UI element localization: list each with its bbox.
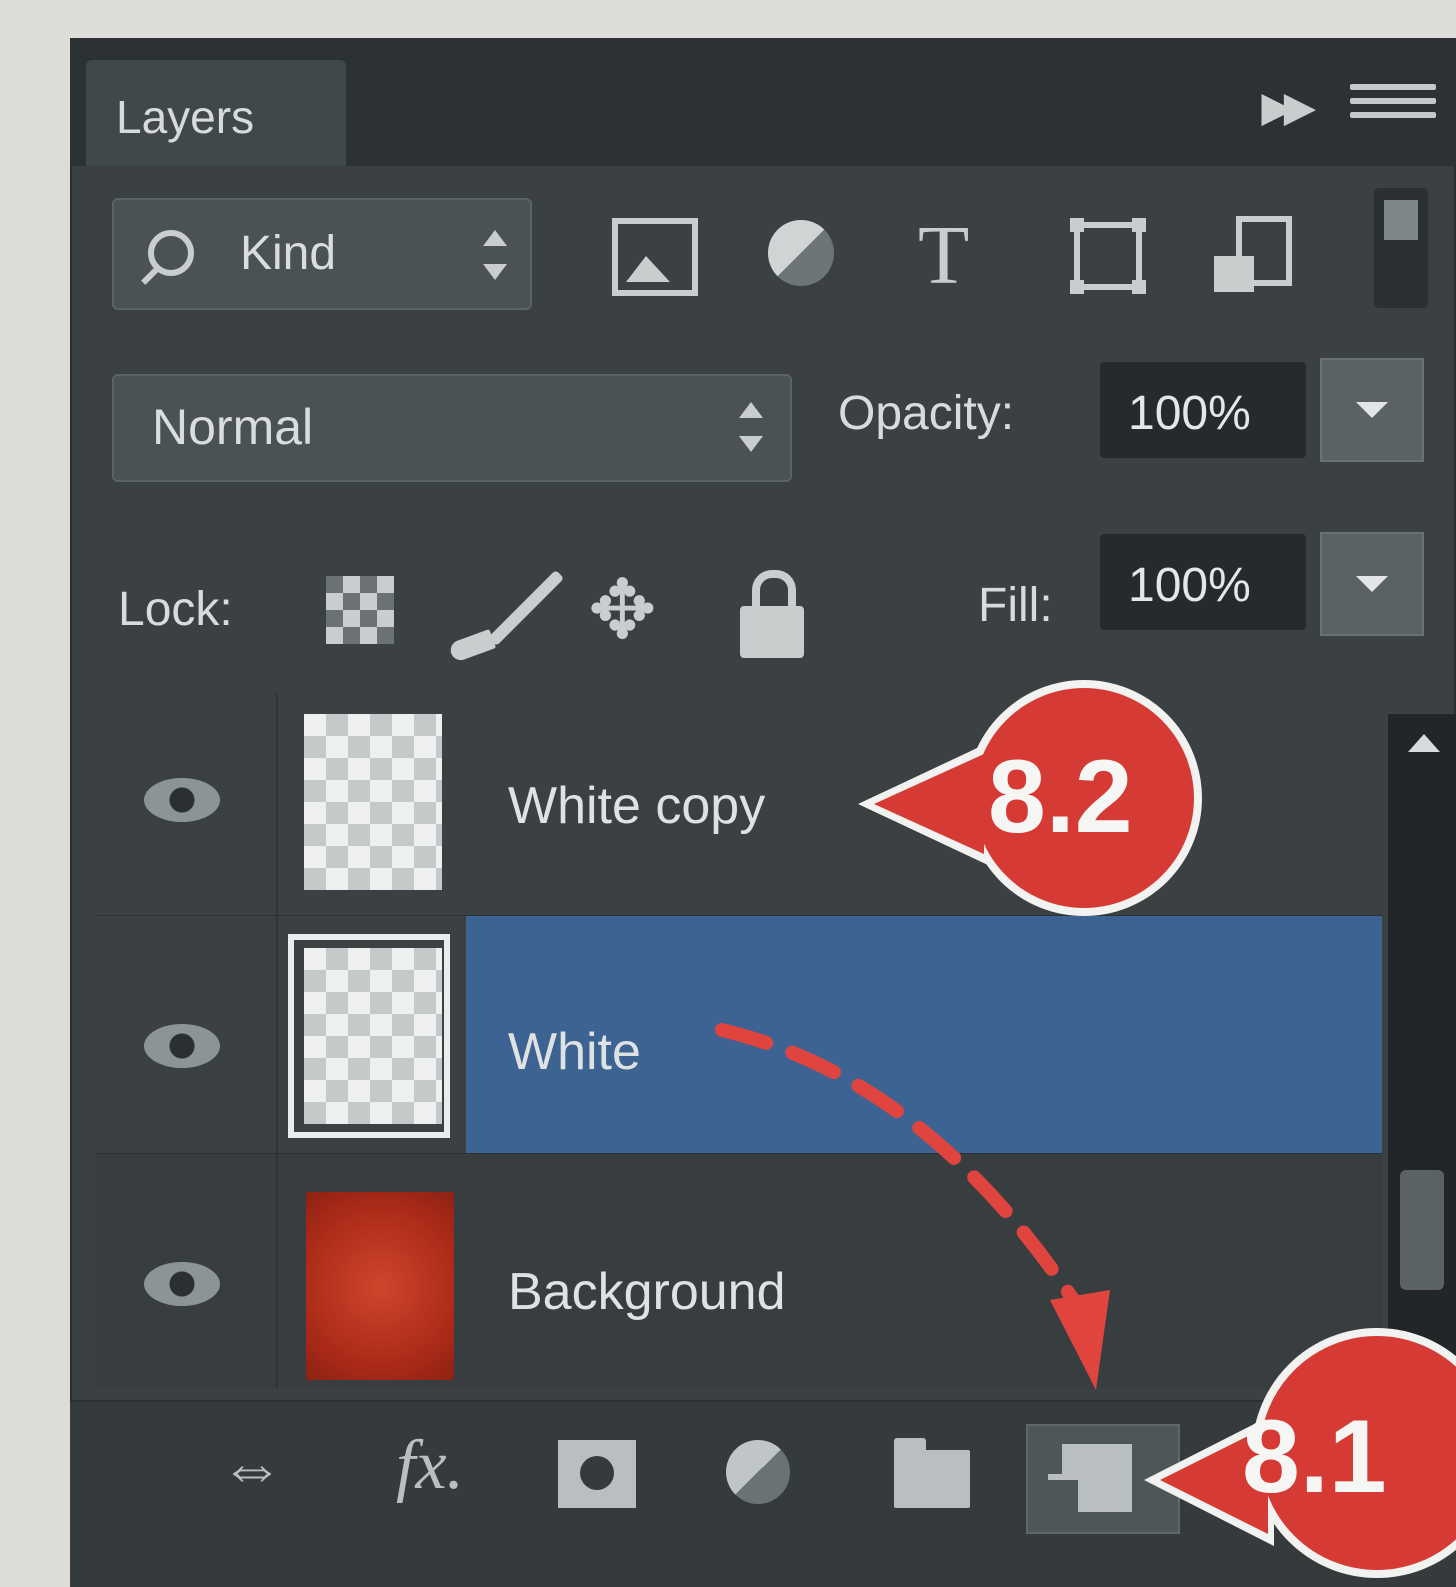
opacity-value: 100% bbox=[1128, 387, 1251, 440]
eye-visibility-icon[interactable] bbox=[144, 1262, 220, 1306]
layer-name: White copy bbox=[508, 777, 766, 835]
callout-badge-8-2: 8.2 bbox=[856, 660, 1216, 920]
eye-visibility-icon[interactable] bbox=[144, 778, 220, 822]
scroll-up-arrow-icon[interactable] bbox=[1408, 734, 1440, 752]
opacity-dropdown-button[interactable] bbox=[1320, 358, 1424, 462]
new-adjustment-layer-icon[interactable] bbox=[726, 1440, 790, 1504]
callout-label: 8.2 bbox=[988, 739, 1133, 855]
layers-scrollbar[interactable] bbox=[1388, 714, 1456, 1354]
layer-row-white-selected[interactable]: White bbox=[96, 916, 1382, 1154]
filter-kind-select[interactable]: Kind bbox=[112, 198, 532, 310]
visibility-column bbox=[96, 916, 278, 1154]
visibility-column bbox=[96, 694, 278, 916]
layer-thumbnail-transparent bbox=[304, 714, 442, 890]
scrollbar-thumb[interactable] bbox=[1400, 1170, 1444, 1290]
panel-menu-icon[interactable] bbox=[1350, 84, 1436, 124]
filter-toggle-switch[interactable] bbox=[1374, 188, 1428, 308]
collapse-panel-icon[interactable]: ▶▶ bbox=[1261, 82, 1316, 131]
filter-pixel-layers-icon[interactable] bbox=[608, 214, 698, 298]
new-layer-icon bbox=[1048, 1444, 1132, 1512]
lock-position-move-icon[interactable]: ✥ bbox=[588, 566, 678, 662]
filter-adjustment-layers-icon[interactable] bbox=[766, 214, 856, 298]
search-icon bbox=[148, 230, 194, 276]
callout-pointer-fill bbox=[874, 754, 984, 854]
blend-mode-value: Normal bbox=[152, 399, 314, 455]
callout-label: 8.1 bbox=[1242, 1399, 1387, 1515]
add-mask-icon[interactable] bbox=[558, 1440, 636, 1508]
layer-name: Background bbox=[508, 1263, 786, 1321]
panel-tab-bar: Layers ▶▶ bbox=[70, 38, 1456, 166]
tab-layers[interactable]: Layers bbox=[86, 60, 346, 166]
callout-badge-8-1: 8.1 bbox=[1144, 1318, 1456, 1587]
fill-input[interactable]: 100% bbox=[1100, 534, 1306, 630]
blend-mode-select[interactable]: Normal bbox=[112, 374, 792, 482]
filter-kind-label: Kind bbox=[240, 227, 337, 280]
fx-layer-style-icon[interactable]: fx. bbox=[396, 1426, 464, 1506]
filter-type-layers-icon[interactable]: T bbox=[918, 214, 1008, 298]
new-group-folder-icon[interactable] bbox=[894, 1438, 970, 1508]
select-arrows-icon bbox=[736, 402, 766, 452]
lock-transparent-pixels-icon[interactable] bbox=[322, 566, 396, 662]
fill-label: Fill: bbox=[978, 579, 1053, 632]
lock-all-padlock-icon[interactable] bbox=[740, 566, 804, 662]
opacity-label: Opacity: bbox=[838, 387, 1015, 440]
lock-label: Lock: bbox=[118, 583, 233, 636]
select-arrows-icon bbox=[480, 230, 510, 280]
link-layers-icon[interactable]: ⇔ bbox=[220, 1430, 284, 1504]
fill-value: 100% bbox=[1128, 559, 1251, 612]
filter-smart-objects-icon[interactable] bbox=[1214, 214, 1304, 298]
fill-dropdown-button[interactable] bbox=[1320, 532, 1424, 636]
eye-visibility-icon[interactable] bbox=[144, 1024, 220, 1068]
lock-image-pixels-brush-icon[interactable] bbox=[447, 566, 565, 663]
layer-thumbnail-red bbox=[306, 1192, 454, 1380]
layer-name: White bbox=[508, 1023, 641, 1081]
filter-shape-layers-icon[interactable] bbox=[1066, 214, 1156, 298]
tab-label: Layers bbox=[116, 91, 255, 143]
layer-thumbnail-transparent bbox=[304, 948, 442, 1124]
opacity-input[interactable]: 100% bbox=[1100, 362, 1306, 458]
visibility-column bbox=[96, 1154, 278, 1388]
